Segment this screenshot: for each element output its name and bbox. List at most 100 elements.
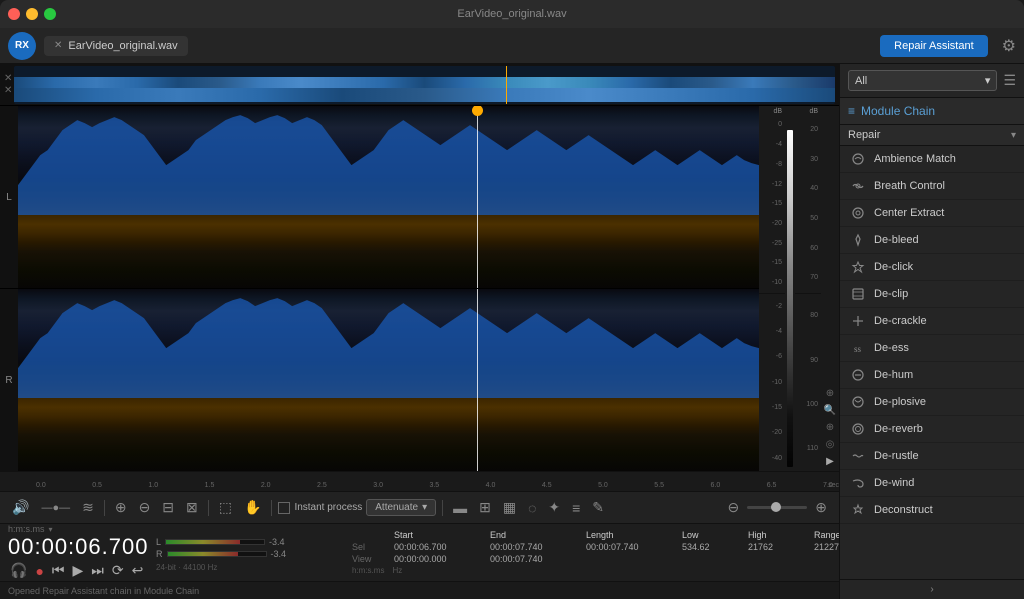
module-item-ambience-match[interactable]: Ambience Match — [840, 146, 1024, 173]
main-layout: ✕ ✕ L R — [0, 64, 1024, 599]
sel-row-label: Sel — [352, 542, 378, 552]
module-item-de-crackle[interactable]: De-crackle — [840, 308, 1024, 335]
attenuate-dropdown[interactable]: Attenuate ▾ — [366, 499, 436, 516]
spectrogram-channel-L[interactable] — [18, 106, 759, 289]
instant-process-toggle[interactable]: Instant process — [278, 502, 362, 514]
overview-waveform[interactable] — [14, 66, 835, 104]
hand-tool[interactable]: ✋ — [240, 497, 265, 518]
file-tab[interactable]: ✕ EarVideo_original.wav — [44, 36, 188, 56]
crosshair-icon[interactable]: ⊕ — [826, 388, 834, 399]
time-display: 00:00:06.700 — [8, 534, 148, 560]
record-btn[interactable]: ● — [33, 561, 45, 581]
tool-sep-2 — [208, 500, 209, 516]
sel-low-val: 534.62 — [682, 542, 732, 552]
headphones-icon[interactable]: 🎧 — [8, 560, 29, 581]
overview-wave-line-2 — [14, 88, 835, 101]
module-item-deconstruct[interactable]: Deconstruct — [840, 497, 1024, 524]
instant-process-checkbox[interactable] — [278, 502, 290, 514]
module-list[interactable]: Ambience Match Breath Control Center Ext… — [840, 146, 1024, 579]
time-format-label[interactable]: h:m:s.ms — [8, 524, 45, 534]
speaker-icon[interactable]: 🔊 — [8, 497, 33, 518]
de-plosive-icon — [850, 394, 866, 410]
tool-bar: 🔊 —●— ≋ ⊕ ⊖ ⊟ ⊠ ⬚ ✋ Instant process Atte… — [0, 491, 839, 523]
zoom-fit-tool[interactable]: ⊟ — [158, 497, 178, 518]
zoom-slider[interactable] — [747, 506, 807, 509]
wave-icon[interactable]: ≋ — [78, 497, 98, 518]
module-item-de-bleed[interactable]: De-bleed — [840, 227, 1024, 254]
repair-label: Repair — [848, 129, 880, 141]
expand-more-row[interactable]: › — [840, 579, 1024, 599]
de-wind-icon — [850, 475, 866, 491]
repair-dropdown[interactable]: Repair ▾ — [840, 125, 1024, 146]
spectrogram-container: L R — [0, 106, 839, 599]
selection-tool-1[interactable]: ▬ — [449, 498, 471, 518]
close-button[interactable] — [8, 8, 20, 20]
pencil-tool[interactable]: ✎ — [588, 497, 608, 518]
tab-label: EarVideo_original.wav — [68, 40, 177, 52]
module-name-de-clip: De-clip — [874, 288, 908, 300]
module-item-de-hum[interactable]: De-hum — [840, 362, 1024, 389]
module-item-de-rustle[interactable]: De-rustle — [840, 443, 1024, 470]
marker-tool[interactable]: ≡ — [568, 498, 584, 518]
tab-close-icon[interactable]: ✕ — [54, 40, 62, 51]
audio-panel: ✕ ✕ L R — [0, 64, 839, 599]
maximize-button[interactable] — [44, 8, 56, 20]
select-tool[interactable]: ⬚ — [215, 497, 236, 518]
meter-val-L: -3.4 — [269, 537, 297, 547]
selection-tool-2[interactable]: ⊞ — [475, 497, 495, 518]
lasso-tool[interactable]: ◌ — [524, 498, 540, 518]
module-item-de-clip[interactable]: De-clip — [840, 281, 1024, 308]
tick-sec: sec — [828, 482, 839, 489]
module-item-de-reverb[interactable]: De-reverb — [840, 416, 1024, 443]
play-btn[interactable]: ▶ — [71, 560, 86, 581]
time-format-arrow[interactable]: ▾ — [49, 525, 53, 534]
meter-bar-R — [167, 551, 267, 557]
meter-L-label: L — [156, 537, 161, 547]
zoom-out-tool[interactable]: ⊖ — [135, 497, 155, 518]
module-item-de-plosive[interactable]: De-plosive — [840, 389, 1024, 416]
repair-assistant-button[interactable]: Repair Assistant — [880, 35, 987, 57]
module-item-center-extract[interactable]: Center Extract — [840, 200, 1024, 227]
hz-format-label: Hz — [392, 566, 402, 575]
zoom-full-tool[interactable]: ⊠ — [182, 497, 202, 518]
tick-4.0: 4.0 — [486, 482, 496, 489]
collapse-top-icon[interactable]: ✕ — [4, 73, 12, 84]
spectrogram-with-scales: L R — [0, 106, 839, 471]
menu-icon[interactable]: ☰ — [1003, 72, 1016, 89]
sel-header — [352, 530, 378, 540]
spectrogram-channel-R[interactable] — [18, 289, 759, 471]
skip-btn[interactable]: ↩ — [130, 560, 146, 581]
collapse-bottom-icon[interactable]: ✕ — [4, 85, 12, 96]
playback-icon[interactable]: ▶ — [826, 456, 834, 467]
module-name-de-hum: De-hum — [874, 369, 913, 381]
module-item-de-ess[interactable]: ss De-ess — [840, 335, 1024, 362]
selection-tool-3[interactable]: ▦ — [499, 497, 520, 518]
module-item-de-click[interactable]: De-click — [840, 254, 1024, 281]
playhead-R — [477, 289, 478, 471]
channel-labels: L R — [0, 106, 18, 471]
tick-5.5: 5.5 — [654, 482, 664, 489]
zoom-in-tool[interactable]: ⊕ — [111, 497, 131, 518]
tool-sep-3 — [271, 500, 272, 516]
loop-btn[interactable]: ⟳ — [110, 560, 126, 581]
db-ticks-R: -2 -4 -6 -10 -15 -20 -40 — [759, 294, 785, 472]
settings-icon[interactable]: ⚙ — [1002, 36, 1016, 56]
minimize-button[interactable] — [26, 8, 38, 20]
sel-length-val: 00:00:07.740 — [586, 542, 666, 552]
zoom-minus-icon[interactable]: ⊖ — [724, 497, 744, 518]
module-name-center-extract: Center Extract — [874, 207, 944, 219]
filter-dropdown[interactable]: All ▾ — [848, 70, 997, 91]
expand-more-icon[interactable]: › — [930, 584, 933, 595]
zoom-out-icon-side[interactable]: 🔍 — [824, 405, 836, 416]
spectrogram-channels[interactable] — [18, 106, 759, 471]
go-end-btn[interactable]: ⏭ — [89, 560, 106, 581]
zoom-plus-icon[interactable]: ⊕ — [811, 497, 831, 518]
module-item-breath-control[interactable]: Breath Control — [840, 173, 1024, 200]
selection-headers: Start End Length Low High Range Cursor — [352, 530, 839, 540]
window-title: EarVideo_original.wav — [457, 8, 566, 20]
go-start-btn[interactable]: ⏮ — [50, 560, 67, 581]
module-item-de-wind[interactable]: De-wind — [840, 470, 1024, 497]
zoom-in-icon-side[interactable]: ⊕ — [826, 422, 834, 433]
de-clip-icon — [850, 286, 866, 302]
magic-tool[interactable]: ✦ — [544, 497, 564, 518]
